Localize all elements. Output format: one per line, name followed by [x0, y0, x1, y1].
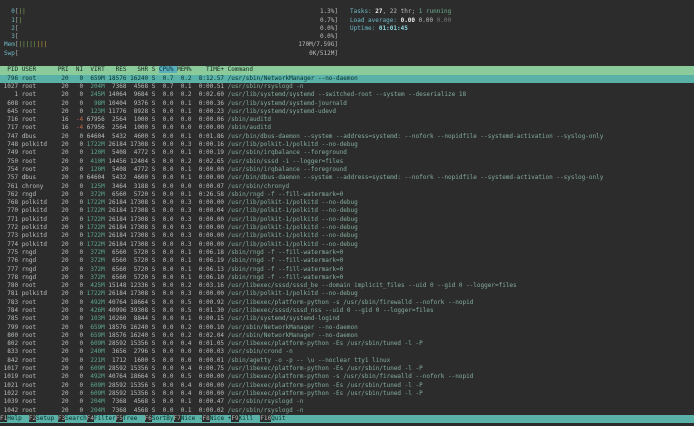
fkey-label-f1[interactable]: Help — [7, 415, 29, 422]
table-row[interactable]: 775 rngd 20 0 372M 6560 5720 S 0.0 0.1 0… — [0, 249, 694, 257]
table-row[interactable]: 1017 root 20 0 609M 28592 15356 S 0.0 0.… — [0, 365, 694, 373]
meter-memory: Mem[||||||||170M/7.59G] — [4, 41, 338, 49]
column-header-mem[interactable]: MEM% — [177, 66, 195, 73]
meter-cpu-3: 3[0.0%] — [4, 33, 338, 41]
table-row[interactable]: 773 polkitd 20 0 1722M 26184 17308 S 0.0… — [0, 232, 694, 240]
table-row[interactable]: 757 dbus 20 0 64604 5432 4600 S 0.0 0.1 … — [0, 174, 694, 182]
info-line-0: Tasks: 27, 22 thr; 1 running — [350, 8, 451, 16]
fkey-f7[interactable]: F7 — [174, 415, 181, 422]
table-row[interactable]: 778 rngd 20 0 372M 6560 5720 S 0.0 0.1 0… — [0, 274, 694, 282]
table-row[interactable]: 833 root 20 0 240M 3656 2796 S 0.0 0.0 0… — [0, 348, 694, 356]
column-header-res[interactable]: RES — [108, 66, 130, 73]
fkey-label-f8[interactable]: Nice + — [210, 415, 232, 422]
info-line-1: Load average: 0.00 0.00 0.00 — [350, 17, 451, 25]
info-line-2: Uptime: 01:01:45 — [350, 25, 451, 33]
table-row[interactable]: 1021 root 20 0 609M 28592 15356 S 0.0 0.… — [0, 382, 694, 390]
column-header-ni[interactable]: NI — [72, 66, 86, 73]
meter-cpu-2: 2[0.0%] — [4, 25, 338, 33]
fkey-f5[interactable]: F5 — [116, 415, 123, 422]
table-row[interactable]: 748 polkitd 20 0 1722M 26184 17308 S 0.0… — [0, 141, 694, 149]
table-row[interactable]: 785 root 20 0 103M 10260 8844 S 0.0 0.1 … — [0, 315, 694, 323]
fkey-f9[interactable]: F9 — [231, 415, 238, 422]
table-row[interactable]: 768 polkitd 20 0 1722M 26184 17308 S 0.0… — [0, 199, 694, 207]
column-header-pri[interactable]: PRI — [58, 66, 72, 73]
table-row[interactable]: 750 root 20 0 410M 14456 12404 S 0.0 0.2… — [0, 158, 694, 166]
fkey-label-f3[interactable]: Search — [65, 415, 87, 422]
column-header-command[interactable]: Command — [228, 66, 253, 73]
table-row[interactable]: 1022 root 20 0 609M 28592 15356 S 0.0 0.… — [0, 390, 694, 398]
table-row[interactable]: 1027 root 20 0 204M 7368 4568 S 0.7 0.1 … — [0, 83, 694, 91]
table-row[interactable]: 717 root 16 -4 67956 2564 1000 S 0.0 0.0… — [0, 124, 694, 132]
table-row[interactable]: 608 root 20 0 98M 10404 9376 S 0.0 0.1 0… — [0, 100, 694, 108]
fkey-label-f5[interactable]: Tree — [123, 415, 145, 422]
table-header: PID USER PRI NI VIRT RES SHR S CPU% MEM%… — [0, 66, 694, 74]
table-row[interactable]: 771 polkitd 20 0 1722M 26184 17308 S 0.0… — [0, 216, 694, 224]
column-header-shr[interactable]: SHR — [130, 66, 152, 73]
table-row[interactable]: 784 root 20 0 426M 40996 39308 S 0.0 0.5… — [0, 307, 694, 315]
table-row[interactable]: 1 root 20 0 245M 14064 9684 S 0.0 0.2 0:… — [0, 91, 694, 99]
table-row[interactable]: 1039 root 20 0 204M 7368 4568 S 0.0 0.1 … — [0, 398, 694, 406]
system-info: Tasks: 27, 22 thr; 1 runningLoad average… — [350, 8, 451, 33]
column-header-cpu[interactable]: CPU% — [159, 66, 177, 73]
table-row[interactable]: 799 root 20 0 659M 18576 16240 S 0.0 0.2… — [0, 324, 694, 332]
table-row[interactable]: 800 root 20 0 659M 18576 16240 S 0.0 0.2… — [0, 332, 694, 340]
table-row[interactable]: 754 root 20 0 120M 5408 4772 S 0.0 0.1 0… — [0, 166, 694, 174]
table-row[interactable]: 716 root 16 -4 67956 2564 1000 S 0.0 0.0… — [0, 116, 694, 124]
table-row[interactable]: 780 root 20 0 425M 15148 12336 S 0.0 0.2… — [0, 282, 694, 290]
meter-column: 0[||1.3%] 1[|0.7%] 2[0.0%] 3[0.0%]Mem[||… — [4, 8, 338, 58]
table-row[interactable]: 1019 root 20 0 492M 40764 18664 S 0.0 0.… — [0, 373, 694, 381]
table-row[interactable]: 776 rngd 20 0 372M 6560 5720 S 0.0 0.1 0… — [0, 257, 694, 265]
column-header-pid[interactable]: PID — [0, 66, 22, 73]
table-row[interactable]: 796 root 20 0 659M 18576 16240 S 0.7 0.2… — [0, 75, 694, 83]
fkey-label-f2[interactable]: Setup — [36, 415, 58, 422]
htop-terminal: 0[||1.3%] 1[|0.7%] 2[0.0%] 3[0.0%]Mem[||… — [0, 0, 694, 426]
table-row[interactable]: 774 polkitd 20 0 1722M 26184 17308 S 0.0… — [0, 241, 694, 249]
fkey-f4[interactable]: F4 — [87, 415, 94, 422]
table-row[interactable]: 761 chrony 20 0 125M 3464 3188 S 0.0 0.0… — [0, 183, 694, 191]
table-row[interactable]: 747 dbus 20 0 64604 5432 4600 S 0.0 0.1 … — [0, 133, 694, 141]
table-row[interactable]: 781 polkitd 20 0 1722M 26184 17308 S 0.0… — [0, 290, 694, 298]
table-row[interactable]: 802 root 20 0 609M 28592 15356 S 0.0 0.4… — [0, 340, 694, 348]
column-header-s[interactable]: S — [152, 66, 159, 73]
fkey-label-f10[interactable]: Quit — [271, 415, 293, 422]
meter-cpu-1: 1[|0.7%] — [4, 17, 338, 25]
column-header-time[interactable]: TIME+ — [195, 66, 228, 73]
meter-swap: Swp[0K/512M] — [4, 50, 338, 58]
function-key-bar: F1Help F2Setup F3SearchF4FilterF5Tree F6… — [0, 415, 694, 424]
table-row[interactable]: 842 root 20 0 221M 1712 1600 S 0.0 0.0 0… — [0, 357, 694, 365]
fkey-f6[interactable]: F6 — [145, 415, 152, 422]
meter-cpu-0: 0[||1.3%] — [4, 8, 338, 16]
table-row[interactable]: 749 root 20 0 120M 5408 4772 S 0.0 0.1 0… — [0, 149, 694, 157]
fkey-f8[interactable]: F8 — [202, 415, 209, 422]
table-row[interactable]: 645 root 20 0 123M 11776 8928 S 0.0 0.1 … — [0, 108, 694, 116]
fkey-label-f4[interactable]: Filter — [94, 415, 116, 422]
fkey-f10[interactable]: F10 — [260, 415, 271, 422]
table-row[interactable]: 762 rngd 20 0 372M 6560 5720 S 0.0 0.1 0… — [0, 191, 694, 199]
fkey-label-f6[interactable]: SortBy — [152, 415, 174, 422]
fkey-label-f7[interactable]: Nice - — [181, 415, 203, 422]
table-row[interactable]: 1042 root 20 0 204M 7368 4568 S 0.0 0.1 … — [0, 407, 694, 415]
table-row[interactable]: 772 polkitd 20 0 1722M 26184 17308 S 0.0… — [0, 224, 694, 232]
table-row[interactable]: 783 root 20 0 492M 40764 18664 S 0.0 0.5… — [0, 299, 694, 307]
column-header-virt[interactable]: VIRT — [87, 66, 109, 73]
fkey-f3[interactable]: F3 — [58, 415, 65, 422]
column-header-user[interactable]: USER — [22, 66, 58, 73]
table-row[interactable]: 770 polkitd 20 0 1722M 26184 17308 S 0.0… — [0, 207, 694, 215]
process-table: 796 root 20 0 659M 18576 16240 S 0.7 0.2… — [0, 75, 694, 415]
table-row[interactable]: 777 rngd 20 0 372M 6560 5720 S 0.0 0.1 0… — [0, 266, 694, 274]
fkey-label-f9[interactable]: Kill — [239, 415, 261, 422]
